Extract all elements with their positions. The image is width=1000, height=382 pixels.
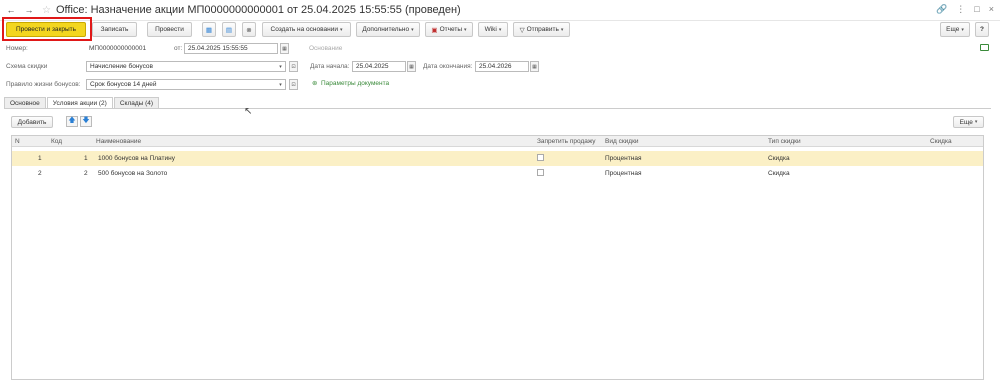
chevron-down-icon: ▾ [339,26,343,33]
number-value: МП0000000000001 [89,45,147,52]
calendar-icon[interactable]: ▦ [280,43,289,54]
document-params-link[interactable]: Параметры документа [321,80,389,87]
send-button[interactable]: ▽ Отправить ▾ [513,22,570,37]
forbid-sale-checkbox[interactable] [537,154,544,161]
row-code: 1 [84,155,88,162]
bonus-rule-field[interactable]: Срок бонусов 14 дней [86,79,286,90]
open-icon[interactable]: ⊡ [289,61,298,72]
window-title: Office: Назначение акции МП0000000000001… [55,4,461,16]
comment-icon[interactable] [980,44,989,51]
move-down-icon[interactable]: 🡇 [80,116,92,127]
table-row[interactable]: 1 1 1000 бонусов на Платину Процентная С… [12,151,983,166]
column-header[interactable]: N [15,138,20,145]
table-more-label: Еще [959,118,973,126]
table-more-button[interactable]: Еще ▾ [953,116,984,128]
number-label: Номер: [6,45,28,52]
column-header[interactable]: Код [51,138,62,145]
command-bar: Провести и закрыть Записать Провести ▦ ▤… [0,22,1000,40]
link-icon[interactable]: 🔗 [936,4,947,15]
row-discount-kind: Процентная [605,155,642,162]
forward-icon[interactable]: → [22,3,36,17]
calendar-icon[interactable]: ▦ [530,61,539,72]
additional-button[interactable]: Дополнительно ▾ [356,22,420,37]
post-button[interactable]: Провести [147,22,192,37]
structure-icon[interactable]: ▦ [202,22,216,37]
wiki-button[interactable]: Wiki ▾ [478,22,508,37]
create-based-on-button[interactable]: Создать на основании ▾ [262,22,351,37]
more-label: Еще [946,26,960,33]
save-label: Записать [100,26,129,33]
add-button[interactable]: Добавить [11,116,53,128]
column-header[interactable]: Наименование [96,138,141,145]
open-icon[interactable]: ⊡ [289,79,298,90]
row-name: 1000 бонусов на Платину [98,155,175,162]
table-row[interactable]: 2 2 500 бонусов на Золото Процентная Ски… [12,166,983,181]
row-code: 2 [84,170,88,177]
post-label: Провести [155,26,184,33]
chevron-down-icon: ▾ [961,26,964,33]
date-field[interactable]: 25.04.2025 15:55:55 [184,43,278,54]
date-from-label: от: [174,45,183,52]
report-icon: ▣ [431,26,438,34]
tab-label: Основное [10,100,40,107]
add-label: Добавить [17,118,47,126]
column-header[interactable]: Тип скидки [768,138,801,145]
end-date-label: Дата окончания: [423,63,473,70]
chevron-down-icon: ▾ [498,26,502,33]
chevron-down-icon: ▾ [464,26,467,33]
additional-label: Дополнительно [362,26,410,33]
close-icon[interactable]: × [989,4,994,15]
scheme-label: Схема скидки [6,63,48,70]
window-controls: 🔗 ⋮ □ × [936,4,994,15]
end-date-field[interactable]: 25.04.2026 [475,61,529,72]
more-button[interactable]: Еще ▾ [940,22,970,37]
tab-label: Условия акции (2) [52,100,107,107]
table-header: N Код Наименование Запретить продажу Вид… [12,136,983,147]
cursor-icon: ↖ [244,106,253,117]
dropdown-icon[interactable]: ▾ [276,61,285,72]
tab-divider [4,108,991,109]
conditions-table: N Код Наименование Запретить продажу Вид… [11,135,984,380]
calendar-icon[interactable]: ▦ [407,61,416,72]
create-based-on-label: Создать на основании [270,26,338,33]
row-name: 500 бонусов на Золото [98,170,168,177]
star-icon[interactable]: ☆ [42,5,51,16]
tab-label: Склады (4) [119,100,154,107]
save-button[interactable]: Записать [92,22,137,37]
row-discount-kind: Процентная [605,170,642,177]
start-date-label: Дата начала: [310,63,350,70]
reports-button[interactable]: ▣ Отчеты ▾ [425,22,473,37]
dropdown-icon[interactable]: ▾ [276,79,285,90]
column-header[interactable]: Запретить продажу [537,138,596,145]
forbid-sale-checkbox[interactable] [537,169,544,176]
column-header[interactable]: Скидка [930,138,952,145]
print-icon[interactable]: ▤ [222,22,236,37]
params-icon[interactable]: ⊛ [312,79,317,87]
maximize-icon[interactable]: □ [974,4,979,15]
start-date-field[interactable]: 25.04.2025 [352,61,406,72]
chevron-down-icon: ▾ [560,26,564,33]
move-up-icon[interactable]: 🡅 [66,116,78,127]
column-header[interactable]: Вид скидки [605,138,639,145]
title-bar: ← → ☆ Office: Назначение акции МП0000000… [0,0,1000,21]
chevron-down-icon: ▾ [974,119,978,125]
scheme-field[interactable]: Начисление бонусов [86,61,286,72]
send-label: Отправить [526,26,559,33]
wiki-label: Wiki [484,26,497,33]
help-button[interactable]: ? [975,22,989,37]
row-number: 1 [38,155,42,162]
row-discount-type: Скидка [768,170,790,177]
row-discount-type: Скидка [768,155,790,162]
reports-label: Отчеты [439,26,463,33]
chevron-down-icon: ▾ [411,26,414,33]
bonus-rule-label: Правило жизни бонусов: [6,81,81,88]
back-icon[interactable]: ← [4,3,18,17]
send-icon: ▽ [519,26,525,34]
basis-label: Основание [309,45,343,52]
menu-icon[interactable]: ⋮ [956,4,965,15]
highlight-box [2,17,92,41]
attachment-icon[interactable]: ⊚ [242,22,256,37]
row-number: 2 [38,170,42,177]
